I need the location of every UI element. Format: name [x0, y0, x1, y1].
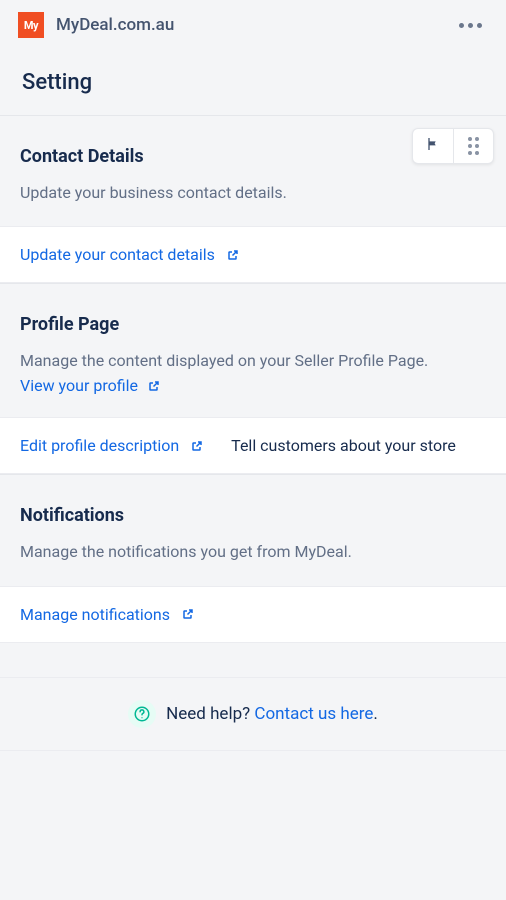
section-contact-details: Contact Details Update your business con…	[0, 115, 506, 283]
action-link-label: Update your contact details	[20, 245, 215, 264]
section-description: Manage the content displayed on your Sel…	[20, 349, 486, 372]
edit-profile-link[interactable]: Edit profile description	[20, 436, 203, 455]
action-link-label: Edit profile description	[20, 436, 179, 455]
drag-handle-icon	[468, 137, 479, 155]
update-contact-link[interactable]: Update your contact details	[20, 245, 239, 264]
view-profile-link[interactable]: View your profile	[20, 376, 160, 395]
page-title-bar: Setting	[0, 50, 506, 115]
overflow-menu-icon[interactable]	[453, 17, 488, 34]
external-link-icon	[191, 440, 203, 452]
action-row: Update your contact details	[0, 226, 506, 283]
section-title: Profile Page	[20, 314, 486, 335]
action-link-label: Manage notifications	[20, 605, 170, 624]
help-icon	[128, 700, 156, 728]
manage-notifications-link[interactable]: Manage notifications	[20, 605, 194, 624]
page-title: Setting	[22, 70, 484, 95]
flag-button[interactable]	[413, 129, 453, 163]
help-text: Need help? Contact us here.	[166, 704, 378, 724]
help-suffix: .	[373, 704, 377, 724]
app-logo: My	[18, 12, 44, 38]
section-description: Update your business contact details.	[20, 181, 486, 204]
section-body: Contact Details Update your business con…	[0, 116, 506, 226]
page-tools	[412, 128, 494, 164]
external-link-icon	[182, 608, 194, 620]
action-row: Edit profile description Tell customers …	[0, 417, 506, 474]
header-left: My MyDeal.com.au	[18, 12, 174, 38]
app-title: MyDeal.com.au	[56, 15, 174, 35]
drag-handle-button[interactable]	[453, 129, 493, 163]
section-body: Profile Page Manage the content displaye…	[0, 284, 506, 417]
section-title: Notifications	[20, 505, 486, 526]
section-profile-page: Profile Page Manage the content displaye…	[0, 283, 506, 474]
help-prefix: Need help?	[166, 704, 254, 724]
action-row: Manage notifications	[0, 586, 506, 643]
section-description: Manage the notifications you get from My…	[20, 540, 486, 563]
inline-link-label: View your profile	[20, 376, 138, 395]
section-body: Notifications Manage the notifications y…	[0, 475, 506, 585]
contact-us-link[interactable]: Contact us here	[254, 704, 373, 724]
external-link-icon	[227, 249, 239, 261]
profile-aside-text: Tell customers about your store	[231, 436, 456, 455]
app-header: My MyDeal.com.au	[0, 0, 506, 50]
flag-icon	[425, 136, 441, 156]
external-link-icon	[148, 380, 160, 392]
section-notifications: Notifications Manage the notifications y…	[0, 474, 506, 642]
help-bar: Need help? Contact us here.	[0, 677, 506, 751]
